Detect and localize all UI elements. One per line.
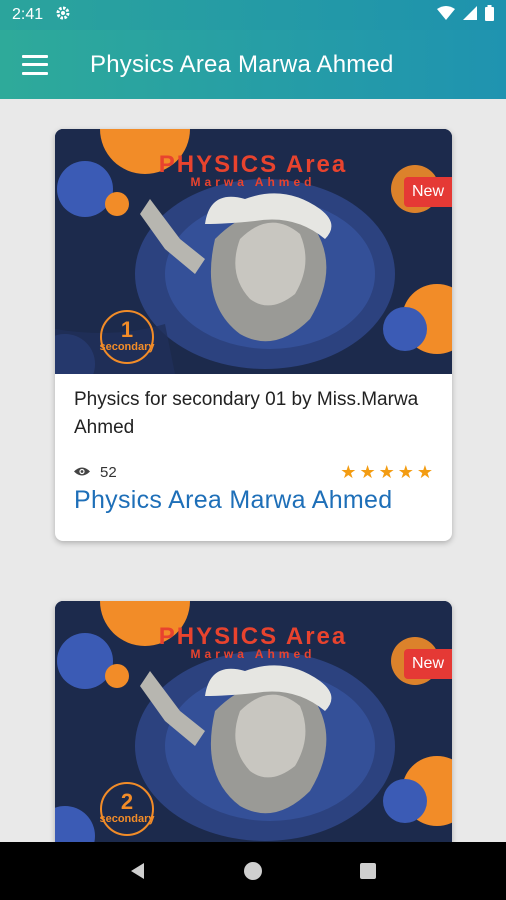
home-button[interactable] (233, 851, 273, 891)
poster-grade-word: secondary (99, 341, 155, 353)
poster-graphic: PHYSICS Area Marwa Ahmed 1 secondary (55, 129, 452, 374)
menu-icon[interactable] (22, 54, 48, 75)
view-count: 52 (74, 464, 117, 481)
home-icon (243, 862, 262, 880)
system-nav-bar (0, 842, 506, 900)
back-button[interactable] (118, 851, 158, 891)
course-author[interactable]: Physics Area Marwa Ahmed (74, 486, 433, 515)
poster-subtitle: Marwa Ahmed (191, 647, 316, 661)
poster-title: PHYSICS Area (159, 623, 348, 650)
star-icon: ★ (416, 462, 433, 482)
course-thumbnail[interactable]: PHYSICS Area Marwa Ahmed 2 secondary New (55, 601, 452, 842)
recents-button[interactable] (348, 851, 388, 891)
star-icon: ★ (359, 462, 376, 482)
star-rating: ★ ★ ★ ★ ★ (340, 463, 433, 481)
course-list[interactable]: PHYSICS Area Marwa Ahmed 1 secondary New… (0, 99, 506, 842)
app-bar: Physics Area Marwa Ahmed (0, 30, 506, 99)
poster-graphic: PHYSICS Area Marwa Ahmed 2 secondary (55, 601, 452, 842)
star-icon: ★ (340, 462, 357, 482)
eye-icon (74, 464, 90, 481)
status-time: 2:41 (12, 6, 44, 23)
new-badge: New (403, 177, 452, 207)
star-icon: ★ (378, 462, 395, 482)
view-count-value: 52 (100, 463, 117, 481)
star-icon: ★ (397, 462, 414, 482)
recents-icon (360, 863, 377, 879)
course-card[interactable]: PHYSICS Area Marwa Ahmed 1 secondary New… (55, 129, 452, 541)
poster-grade-word: secondary (99, 813, 155, 825)
status-bar: 2:41 (0, 0, 506, 30)
poster-grade-number: 1 (121, 317, 133, 342)
poster-grade-number: 2 (121, 789, 133, 814)
course-title[interactable]: Physics for secondary 01 by Miss.Marwa A… (74, 386, 433, 442)
signal-icon (463, 5, 477, 25)
settings-icon (55, 5, 71, 26)
page-title: Physics Area Marwa Ahmed (90, 50, 394, 78)
poster-title: PHYSICS Area (159, 151, 348, 178)
new-badge: New (403, 649, 452, 679)
course-card[interactable]: PHYSICS Area Marwa Ahmed 2 secondary New (55, 601, 452, 842)
wifi-icon (437, 5, 455, 25)
poster-subtitle: Marwa Ahmed (191, 175, 316, 189)
back-icon (130, 863, 144, 879)
battery-icon (485, 4, 494, 26)
course-thumbnail[interactable]: PHYSICS Area Marwa Ahmed 1 secondary New (55, 129, 452, 374)
